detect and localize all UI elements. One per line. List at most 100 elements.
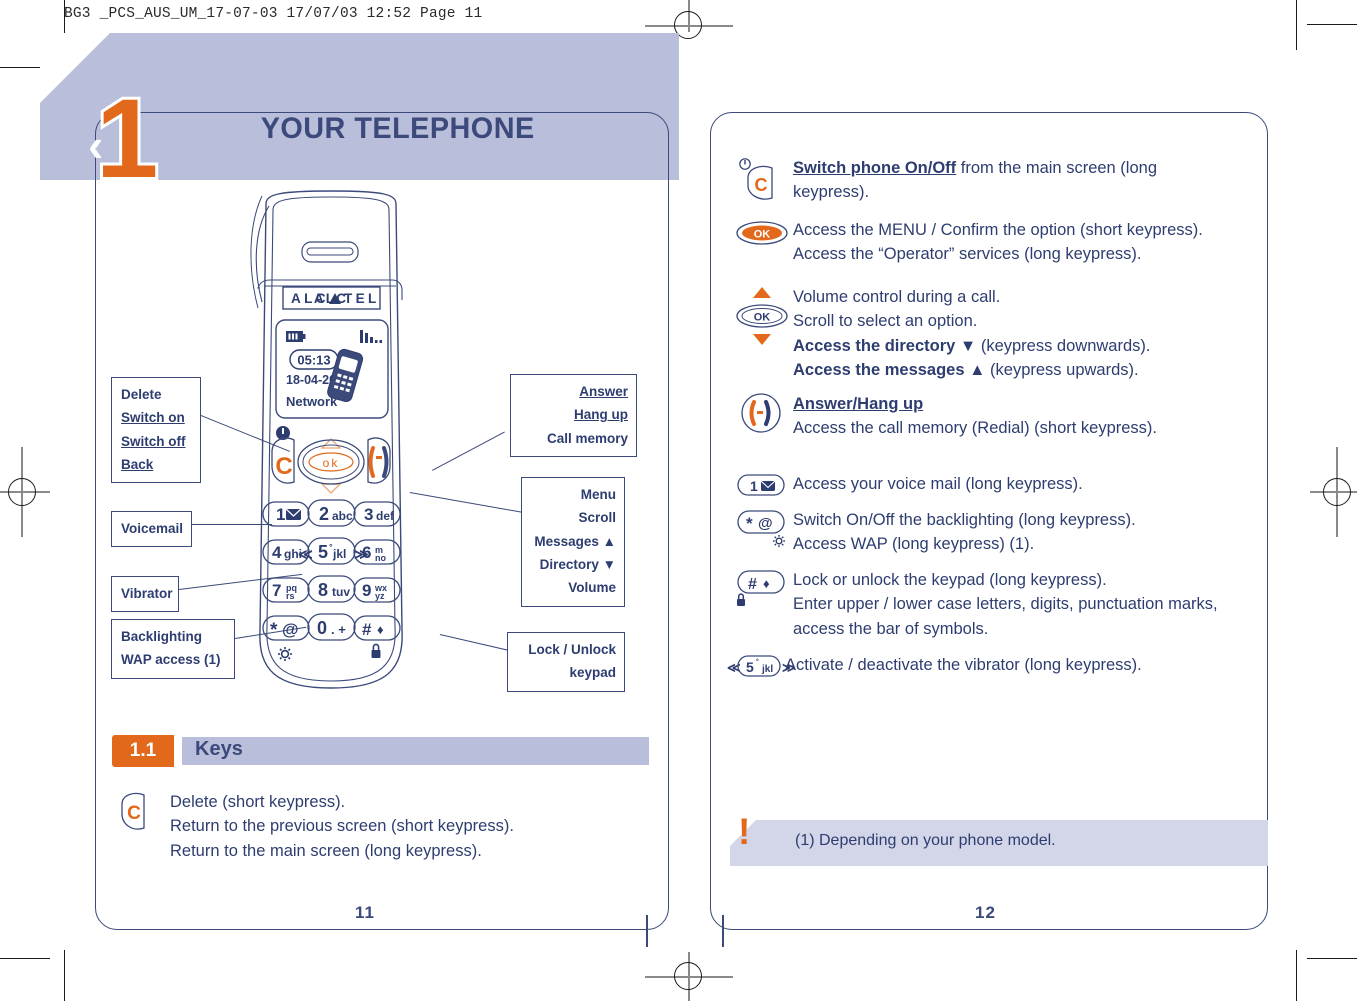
section-key-line-1: Return to the previous screen (short key… bbox=[170, 817, 514, 836]
key-entry-hash-line-1: Enter upper / lower case letters, digits… bbox=[793, 595, 1218, 614]
folio-right: 12 bbox=[975, 903, 996, 922]
leader-voicemail bbox=[192, 524, 272, 526]
key-8: 8 tuv bbox=[307, 575, 356, 603]
ok-key: ok bbox=[297, 439, 365, 485]
svg-text:C: C bbox=[127, 803, 141, 824]
callout-delete-line-1: Switch on bbox=[121, 410, 185, 426]
trim-rule-top-right bbox=[1296, 0, 1298, 50]
callout-answer: Answer Hang up Call memory bbox=[510, 374, 637, 458]
key-entry-answer-text: Answer/Hang up Access the call memory (R… bbox=[793, 392, 1157, 441]
key-entry-vibrator-text: Activate / deactivate the vibrator (long… bbox=[785, 653, 1142, 677]
svg-text:°: ° bbox=[756, 658, 759, 666]
key-entry-star: * @ Switch On/Off the backlighting (long… bbox=[735, 508, 1255, 557]
key-entry-star-line-1: Access WAP (long keypress) (1). bbox=[793, 535, 1035, 554]
svg-text:C: C bbox=[275, 453, 292, 480]
key-entry-power-line-0: Switch phone On/Off from the main screen… bbox=[793, 156, 1157, 180]
callout-lock-line-0: Lock / Unlock bbox=[528, 642, 616, 657]
switch-phone-onoff-rest: from the main screen (long bbox=[956, 159, 1157, 177]
access-messages-label: Access the messages ▲ bbox=[793, 360, 986, 379]
trim-rule-left-lower bbox=[0, 958, 50, 960]
battery-icon bbox=[286, 331, 306, 342]
section-title: Keys bbox=[195, 738, 243, 760]
access-messages-rest: (keypress upwards). bbox=[985, 360, 1139, 379]
vibrate-mark-right: ≫ bbox=[354, 546, 369, 562]
key-entry-ok-line-0: Access the MENU / Confirm the option (sh… bbox=[793, 221, 1203, 239]
access-directory-label: Access the directory ▼ bbox=[793, 336, 977, 355]
key-entry-ok-line-1: Access the “Operator” services (long key… bbox=[793, 245, 1142, 264]
callout-delete: Delete Switch on Switch off Back bbox=[111, 377, 201, 484]
key-entry-scroll-line-2: Access the directory ▼ (keypress downwar… bbox=[793, 334, 1150, 358]
key-entry-voicemail-line-0: Access your voice mail (long keypress). bbox=[793, 475, 1083, 493]
callout-backlighting: Backlighting WAP access (1) bbox=[111, 619, 235, 679]
key-entry-star-line-0: Switch On/Off the backlighting (long key… bbox=[793, 511, 1136, 529]
section-key-entry: C Delete (short keypress). Return to the… bbox=[112, 790, 632, 863]
svg-text:C: C bbox=[755, 175, 768, 195]
section-number: 1.1 bbox=[112, 735, 174, 767]
key-entry-scroll-text: Volume control during a call. Scroll to … bbox=[793, 285, 1150, 382]
callout-backlighting-line-0: Backlighting bbox=[121, 629, 203, 644]
key-entry-hash: # ♦ Lock or unlock the keypad (long keyp… bbox=[735, 568, 1260, 641]
ok-scroll-key-icon: OK bbox=[735, 285, 793, 347]
callout-vibrator-line-0: Vibrator bbox=[121, 586, 173, 601]
svg-text:2: 2 bbox=[319, 504, 329, 524]
handset-graphic bbox=[327, 348, 364, 403]
key-entry-power-text: Switch phone On/Off from the main screen… bbox=[793, 156, 1157, 205]
signal-bars-icon bbox=[360, 330, 382, 343]
access-directory-rest: (keypress downwards). bbox=[976, 336, 1151, 355]
clear-key-icon: C bbox=[112, 790, 170, 832]
trim-rule-bottom-right bbox=[1296, 950, 1298, 1001]
key-1-icon: 1 bbox=[735, 472, 793, 498]
svg-text:rs: rs bbox=[286, 591, 295, 601]
callout-menu-line-3: Directory ▼ bbox=[539, 557, 616, 573]
key-5-vibrate-icon: ≪ 5 ° jkl ≫ bbox=[727, 653, 796, 679]
vibrate-mark-left: ≪ bbox=[298, 546, 313, 562]
call-key-icon bbox=[735, 392, 793, 434]
screen-time: 05:13 bbox=[297, 353, 330, 368]
svg-text:yz: yz bbox=[375, 591, 385, 601]
svg-text:1: 1 bbox=[276, 505, 285, 524]
svg-text:@: @ bbox=[758, 515, 773, 532]
svg-text:4: 4 bbox=[272, 543, 282, 562]
key-entry-power: C Switch phone On/Off from the main scre… bbox=[735, 156, 1255, 205]
svg-text:OK: OK bbox=[754, 229, 771, 241]
switch-phone-onoff-label: Switch phone On/Off bbox=[793, 159, 957, 177]
svg-text:tuv: tuv bbox=[332, 585, 350, 599]
svg-text:3: 3 bbox=[364, 505, 373, 524]
callout-delete-line-0: Delete bbox=[121, 387, 162, 402]
padlock-icon bbox=[371, 643, 381, 658]
vibrate-mark-right: ≫ bbox=[782, 660, 796, 675]
svg-text:abc: abc bbox=[332, 509, 353, 523]
manual-page-spread: BG3 _PCS_AUS_UM_17-07-03 17/07/03 12:52 … bbox=[0, 0, 1357, 1001]
svg-text:♦: ♦ bbox=[377, 622, 384, 637]
callout-voicemail-line-0: Voicemail bbox=[121, 521, 184, 536]
key-entry-star-text: Switch On/Off the backlighting (long key… bbox=[793, 508, 1136, 557]
backlight-sun-icon bbox=[773, 535, 785, 547]
key-entry-voicemail: 1 Access your voice mail (long keypress)… bbox=[735, 472, 1255, 498]
trim-rule-right-lower bbox=[1307, 958, 1357, 960]
svg-text:. +: . + bbox=[331, 622, 346, 637]
key-entry-hash-text: Lock or unlock the keypad (long keypress… bbox=[793, 568, 1218, 641]
key-hash: # ♦ bbox=[353, 615, 401, 641]
trim-rule-right-upper bbox=[1307, 24, 1357, 26]
callout-backlighting-line-1: WAP access (1) bbox=[121, 652, 221, 668]
svg-text:#: # bbox=[362, 620, 372, 639]
registration-mark-bottom bbox=[674, 962, 702, 990]
phone-illustration: ALC ALCATEL ALC TEL bbox=[236, 190, 426, 710]
key-1: 1 bbox=[262, 501, 310, 527]
chapter-number: 1 bbox=[93, 76, 161, 201]
answer-hangup-label: Answer/Hang up bbox=[793, 395, 924, 413]
section-key-line-0: Delete (short keypress). bbox=[170, 793, 346, 811]
star-key-icon: * @ bbox=[735, 508, 793, 552]
backlight-sun-icon bbox=[278, 647, 292, 661]
key-entry-voicemail-text: Access your voice mail (long keypress). bbox=[793, 472, 1083, 496]
key-entry-scroll-line-3: Access the messages ▲ (keypress upwards)… bbox=[793, 358, 1150, 382]
page-title: YOUR TELEPHONE bbox=[260, 112, 535, 145]
svg-text:9: 9 bbox=[362, 581, 371, 600]
callout-delete-line-2: Switch off bbox=[121, 433, 186, 449]
padlock-icon bbox=[737, 593, 745, 606]
key-entry-scroll-line-1: Scroll to select an option. bbox=[793, 312, 978, 331]
svg-text:5: 5 bbox=[318, 542, 328, 562]
call-key bbox=[367, 437, 391, 484]
key-entry-vibrator: ≪ 5 ° jkl ≫ Activate / deactivate the vi… bbox=[727, 653, 1247, 679]
key-entry-ok-text: Access the MENU / Confirm the option (sh… bbox=[793, 218, 1203, 267]
